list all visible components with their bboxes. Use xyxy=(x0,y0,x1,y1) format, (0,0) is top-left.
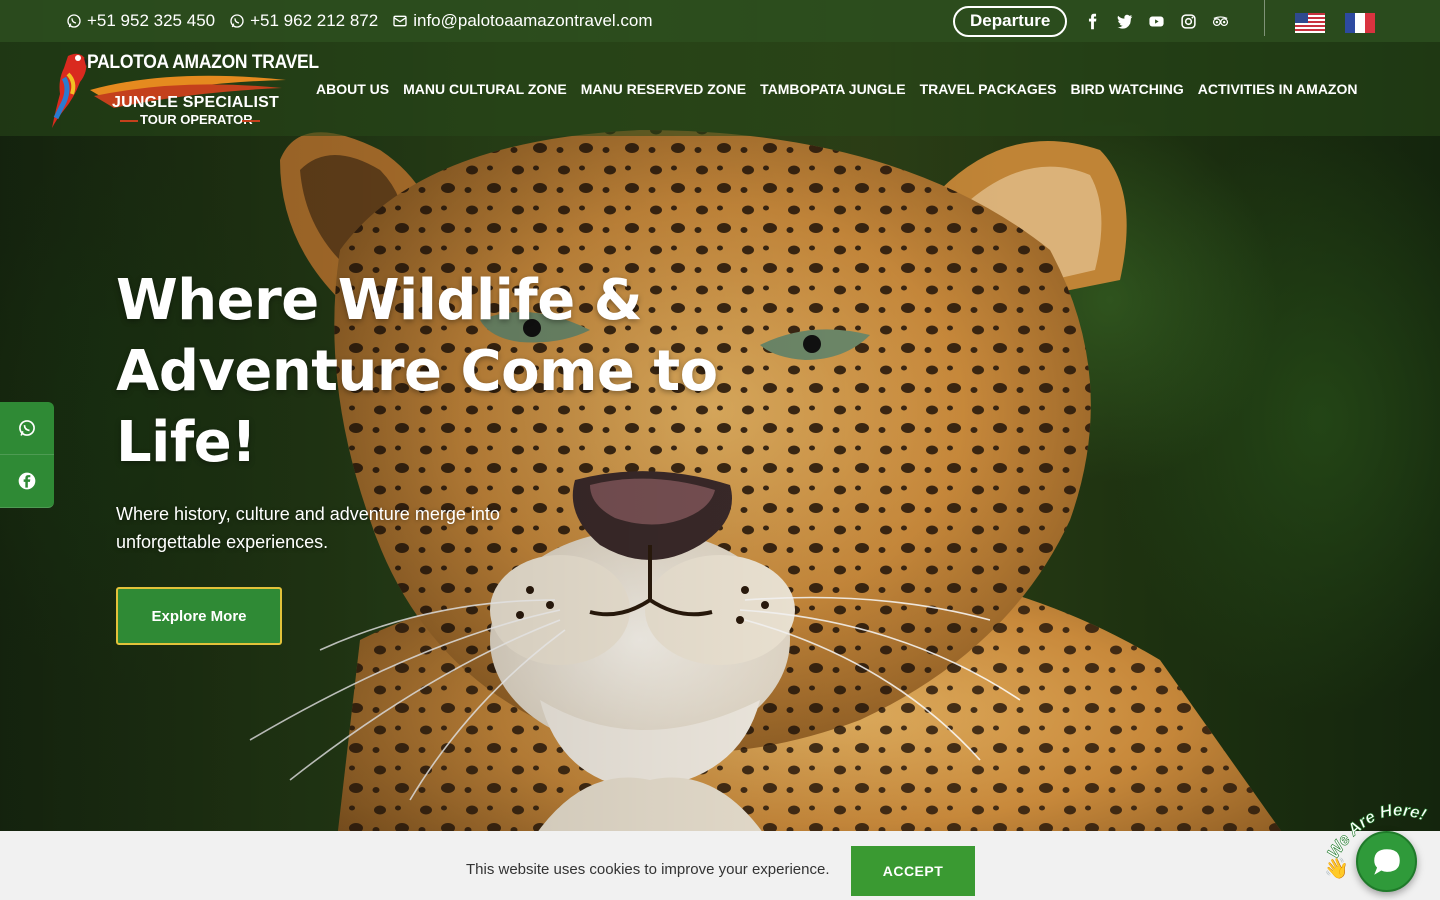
cookie-banner: This website uses cookies to improve you… xyxy=(0,831,1440,900)
phone-1-text: +51 952 325 450 xyxy=(87,11,216,30)
cookie-accept-button[interactable]: ACCEPT xyxy=(851,846,975,896)
youtube-icon[interactable] xyxy=(1147,12,1165,30)
nav-item-bird-watching[interactable]: BIRD WATCHING xyxy=(1070,81,1183,97)
tripadvisor-icon[interactable] xyxy=(1211,12,1229,30)
side-social-bar xyxy=(0,402,54,508)
twitter-icon[interactable] xyxy=(1115,12,1133,30)
logo-subtitle-1: JUNGLE SPECIALIST xyxy=(112,94,279,111)
language-switcher xyxy=(1295,13,1375,33)
us-flag-icon[interactable] xyxy=(1295,13,1325,33)
top-bar: +51 952 325 450 +51 962 212 872 info@pal… xyxy=(0,0,1440,42)
departure-button[interactable]: Departure xyxy=(953,5,1068,37)
chat-open-button[interactable] xyxy=(1356,831,1417,892)
nav-item-manu-cultural-zone[interactable]: MANU CULTURAL ZONE xyxy=(403,81,567,97)
chat-bubble-icon xyxy=(1373,848,1400,875)
whatsapp-icon xyxy=(67,14,81,28)
site-logo[interactable]: PALOTOA AMAZON TRAVEL JUNGLE SPECIALIST … xyxy=(50,48,319,132)
email-text: info@palotoaamazontravel.com xyxy=(413,11,653,30)
cookie-text: This website uses cookies to improve you… xyxy=(466,861,830,878)
explore-more-button[interactable]: Explore More xyxy=(116,587,282,645)
side-facebook-button[interactable] xyxy=(0,455,54,508)
envelope-icon xyxy=(393,15,407,27)
instagram-icon[interactable] xyxy=(1179,12,1197,30)
topbar-divider xyxy=(1264,0,1265,36)
nav-item-activities-in-amazon[interactable]: ACTIVITIES IN AMAZON xyxy=(1198,81,1358,97)
france-flag-icon[interactable] xyxy=(1345,13,1375,33)
facebook-icon xyxy=(18,472,36,490)
contact-info: +51 952 325 450 +51 962 212 872 info@pal… xyxy=(66,11,653,31)
whatsapp-icon xyxy=(230,14,244,28)
chat-widget: We Are Here! 👋 xyxy=(1318,800,1440,900)
logo-title: PALOTOA AMAZON TRAVEL xyxy=(87,52,319,73)
nav-item-tambopata-jungle[interactable]: TAMBOPATA JUNGLE xyxy=(760,81,905,97)
side-whatsapp-button[interactable] xyxy=(0,402,54,455)
hero-title: Where Wildlife & Adventure Come to Life! xyxy=(116,268,718,475)
main-menu: ABOUT US MANU CULTURAL ZONE MANU RESERVE… xyxy=(316,42,1357,136)
logo-line-left xyxy=(120,120,138,122)
topbar-tools: Departure xyxy=(953,0,1229,42)
nav-item-manu-reserved-zone[interactable]: MANU RESERVED ZONE xyxy=(581,81,746,97)
main-navbar: PALOTOA AMAZON TRAVEL JUNGLE SPECIALIST … xyxy=(0,42,1440,136)
phone-2-text: +51 962 212 872 xyxy=(250,11,379,30)
phone-2-link[interactable]: +51 962 212 872 xyxy=(229,11,378,31)
facebook-icon[interactable] xyxy=(1083,12,1101,30)
waving-hand-icon: 👋 xyxy=(1324,856,1349,880)
email-link[interactable]: info@palotoaamazontravel.com xyxy=(392,11,653,31)
nav-item-about-us[interactable]: ABOUT US xyxy=(316,81,389,97)
phone-1-link[interactable]: +51 952 325 450 xyxy=(66,11,215,31)
whatsapp-icon xyxy=(19,420,35,436)
hero-subtitle: Where history, culture and adventure mer… xyxy=(116,504,500,552)
nav-item-travel-packages[interactable]: TRAVEL PACKAGES xyxy=(920,81,1057,97)
logo-subtitle-2: TOUR OPERATOR xyxy=(140,112,253,127)
logo-line-right xyxy=(242,120,260,122)
social-links xyxy=(1083,12,1229,30)
